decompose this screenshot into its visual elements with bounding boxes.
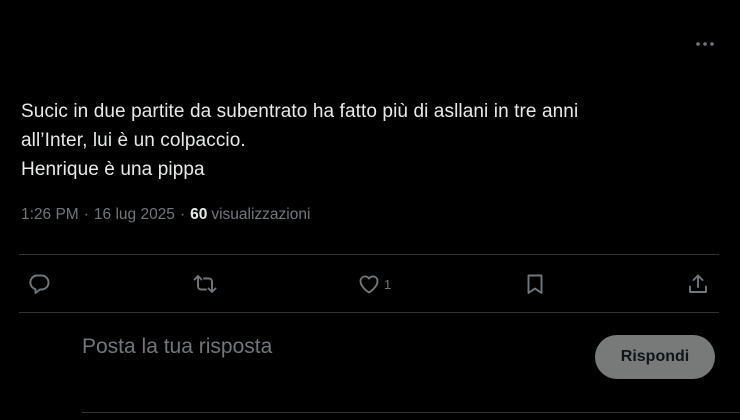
reply-input[interactable] [82,330,562,364]
reply-button[interactable] [27,272,51,296]
retweet-icon [193,275,217,293]
share-button[interactable] [686,272,710,296]
views-label: visualizzazioni [211,206,311,223]
tweet-text: Sucic in due partite da subentrato ha fa… [21,97,701,184]
reply-submit-button[interactable]: Rispondi [595,335,715,379]
action-bar: 1 [19,255,719,312]
tweet-time[interactable]: 1:26 PM [21,206,79,224]
views-count: 60 [190,206,208,223]
bookmark-icon [527,274,543,294]
divider [82,412,740,413]
tweet-text-line: Henrique è una pippa [21,159,205,180]
tweet-text-line: all’Inter, lui è un colpaccio. [21,130,246,151]
tweet-text-line: Sucic in due partite da subentrato ha fa… [21,101,579,122]
retweet-button[interactable] [192,272,218,296]
more-options-button[interactable] [692,34,718,54]
tweet-meta: 1:26 PM · 16 lug 2025 · 60 visualizzazio… [21,206,310,224]
meta-separator: · [179,206,186,223]
more-icon [696,42,714,46]
like-count: 1 [384,276,392,292]
bookmark-button[interactable] [523,272,547,296]
reply-icon [29,274,50,294]
share-icon [689,274,707,293]
tweet-date[interactable]: 16 lug 2025 [94,206,175,224]
heart-icon [359,275,379,294]
meta-separator: · [83,206,89,223]
like-button[interactable]: 1 [357,272,391,296]
tweet-detail: Sucic in due partite da subentrato ha fa… [0,0,740,420]
